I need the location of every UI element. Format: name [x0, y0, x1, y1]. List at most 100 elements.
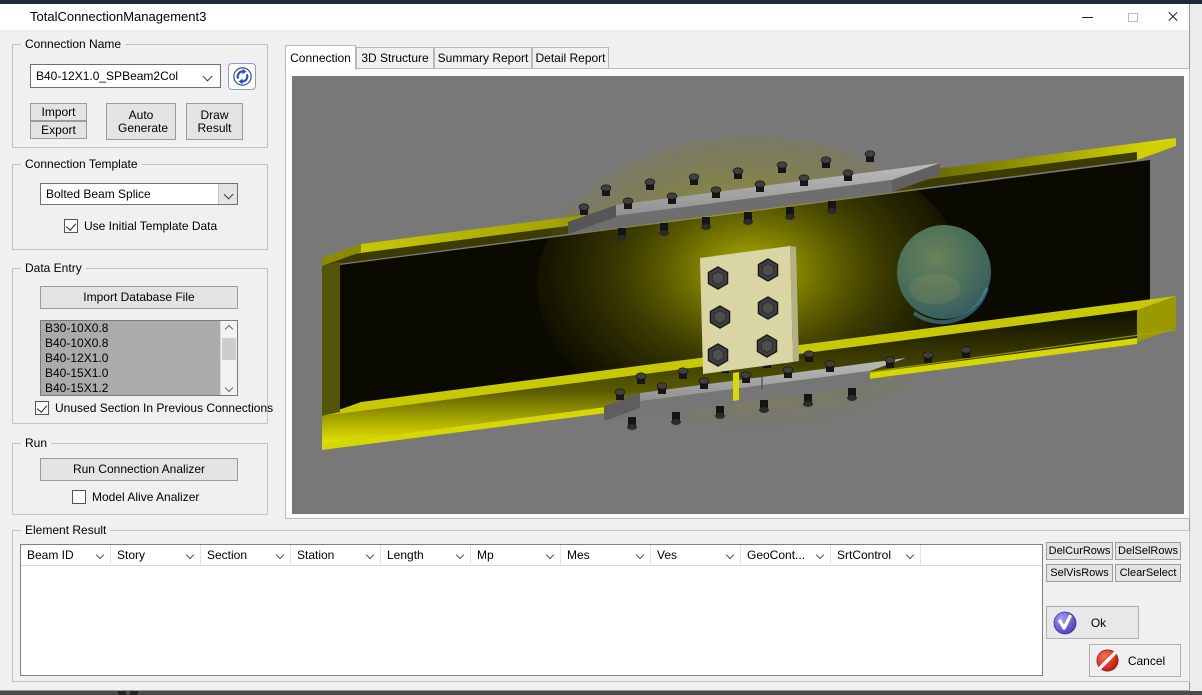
filter-chevron-icon[interactable] [186, 551, 194, 559]
column-header-beam-id[interactable]: Beam ID [21, 545, 111, 566]
draw-result-button[interactable]: Draw Result [186, 103, 243, 140]
chevron-down-icon[interactable] [203, 72, 213, 82]
scroll-down-button[interactable] [221, 380, 237, 395]
ok-label: Ok [1077, 616, 1120, 630]
column-header-mes[interactable]: Mes [561, 545, 651, 566]
sel-vis-rows-button[interactable]: SelVisRows [1046, 564, 1113, 582]
tab-label: Summary Report [438, 51, 529, 65]
run-connection-analizer-button[interactable]: Run Connection Analizer [40, 458, 238, 481]
column-header-mp[interactable]: Mp [471, 545, 561, 566]
unused-section-checkbox[interactable]: Unused Section In Previous Connections [35, 401, 273, 415]
minimize-icon [1082, 17, 1093, 18]
tab-summary-report[interactable]: Summary Report [434, 47, 532, 69]
refresh-connections-button[interactable] [228, 63, 256, 90]
checkbox-box[interactable] [35, 401, 49, 415]
scrollbar-thumb[interactable] [222, 338, 236, 360]
column-header-section[interactable]: Section [201, 545, 291, 566]
connection-name-combo[interactable]: B40-12X1.0_SPBeam2Col [30, 64, 221, 88]
chevron-up-icon [225, 324, 233, 332]
3d-viewport[interactable] [292, 76, 1184, 514]
column-header-ves[interactable]: Ves [651, 545, 741, 566]
chevron-down-icon [225, 383, 233, 391]
list-item[interactable]: B40-10X0.8 [41, 336, 237, 351]
column-label: Mp [477, 548, 494, 562]
minimize-button[interactable] [1064, 4, 1110, 30]
list-item[interactable]: B40-15X1.0 [41, 366, 237, 381]
cancel-button[interactable]: Cancel [1089, 644, 1181, 677]
export-button-label: Export [41, 124, 76, 137]
checkbox-box[interactable] [64, 219, 78, 233]
clear-select-button[interactable]: ClearSelect [1115, 564, 1181, 582]
taskbar-icon-fragment [118, 691, 126, 695]
import-button[interactable]: Import [30, 103, 87, 121]
screen: { "window": { "title": "TotalConnectionM… [0, 0, 1202, 695]
column-header-length[interactable]: Length [381, 545, 471, 566]
del-sel-rows-button[interactable]: DelSelRows [1115, 542, 1181, 560]
run-connection-analizer-label: Run Connection Analizer [73, 463, 205, 476]
group-data-entry-label: Data Entry [21, 261, 86, 275]
checkbox-label: Use Initial Template Data [84, 219, 217, 233]
use-initial-template-checkbox[interactable]: Use Initial Template Data [64, 219, 217, 233]
ok-button[interactable]: Ok [1046, 606, 1139, 639]
cancel-label: Cancel [1119, 654, 1174, 668]
tab-label: 3D Structure [361, 51, 428, 65]
listbox-scrollbar[interactable] [220, 321, 237, 395]
checkbox-box[interactable] [72, 490, 86, 504]
close-button[interactable] [1156, 4, 1190, 30]
column-label: Section [207, 548, 247, 562]
group-connection-template: Connection Template [12, 164, 268, 250]
auto-generate-button[interactable]: Auto Generate [106, 103, 176, 140]
scroll-up-button[interactable] [221, 321, 237, 336]
table-header-row: Beam ID Story Section Station Length Mp … [21, 545, 1042, 566]
filter-chevron-icon[interactable] [276, 551, 284, 559]
recycle-refresh-icon [233, 67, 252, 86]
column-header-station[interactable]: Station [291, 545, 381, 566]
del-cur-rows-button[interactable]: DelCurRows [1046, 542, 1113, 560]
connection-template-combo[interactable]: Bolted Beam Splice [40, 183, 238, 205]
column-label: Story [117, 548, 145, 562]
filter-chevron-icon[interactable] [636, 551, 644, 559]
filter-chevron-icon[interactable] [546, 551, 554, 559]
maximize-icon [1128, 13, 1138, 22]
tab-label: Connection [290, 51, 351, 65]
window-title: TotalConnectionManagement3 [30, 4, 206, 30]
tab-connection[interactable]: Connection [285, 45, 356, 70]
cancel-prohibition-icon [1096, 649, 1119, 672]
checkbox-label: Model Alive Analizer [92, 490, 199, 504]
list-item[interactable]: B30-10X0.8 [41, 321, 237, 336]
taskbar-strip [0, 691, 1202, 695]
column-label: Station [297, 548, 334, 562]
column-label: Ves [657, 548, 677, 562]
del-sel-rows-label: DelSelRows [1118, 545, 1178, 558]
column-header-story[interactable]: Story [111, 545, 201, 566]
tab-3d-structure[interactable]: 3D Structure [356, 47, 434, 69]
tab-detail-report[interactable]: Detail Report [532, 47, 609, 69]
group-connection-template-label: Connection Template [21, 157, 142, 171]
import-database-file-label: Import Database File [83, 291, 194, 304]
column-header-srtcontrol[interactable]: SrtControl [831, 545, 921, 566]
filter-chevron-icon[interactable] [816, 551, 824, 559]
list-item[interactable]: B40-15X1.2 [41, 381, 237, 396]
connection-name-combo-value: B40-12X1.0_SPBeam2Col [36, 69, 178, 83]
import-database-file-button[interactable]: Import Database File [40, 286, 238, 309]
column-label: SrtControl [837, 548, 891, 562]
section-listbox[interactable]: B30-10X0.8 B40-10X0.8 B40-12X1.0 B40-15X… [40, 320, 238, 396]
close-icon [1167, 11, 1179, 23]
connection-template-combo-value: Bolted Beam Splice [46, 187, 151, 201]
list-item[interactable]: B40-12X1.0 [41, 351, 237, 366]
filter-chevron-icon[interactable] [906, 551, 914, 559]
group-connection-name-label: Connection Name [21, 37, 125, 51]
column-header-geocont[interactable]: GeoCont... [741, 545, 831, 566]
chevron-down-icon [223, 189, 233, 199]
maximize-button[interactable] [1110, 4, 1156, 30]
filter-chevron-icon[interactable] [96, 551, 104, 559]
column-label: Beam ID [27, 548, 74, 562]
element-result-table[interactable]: Beam ID Story Section Station Length Mp … [20, 544, 1043, 676]
combo-dropdown-button[interactable] [218, 184, 237, 204]
filter-chevron-icon[interactable] [726, 551, 734, 559]
filter-chevron-icon[interactable] [366, 551, 374, 559]
model-alive-analizer-checkbox[interactable]: Model Alive Analizer [72, 490, 199, 504]
filter-chevron-icon[interactable] [456, 551, 464, 559]
export-button[interactable]: Export [30, 121, 87, 139]
3d-model-render [292, 76, 1184, 514]
